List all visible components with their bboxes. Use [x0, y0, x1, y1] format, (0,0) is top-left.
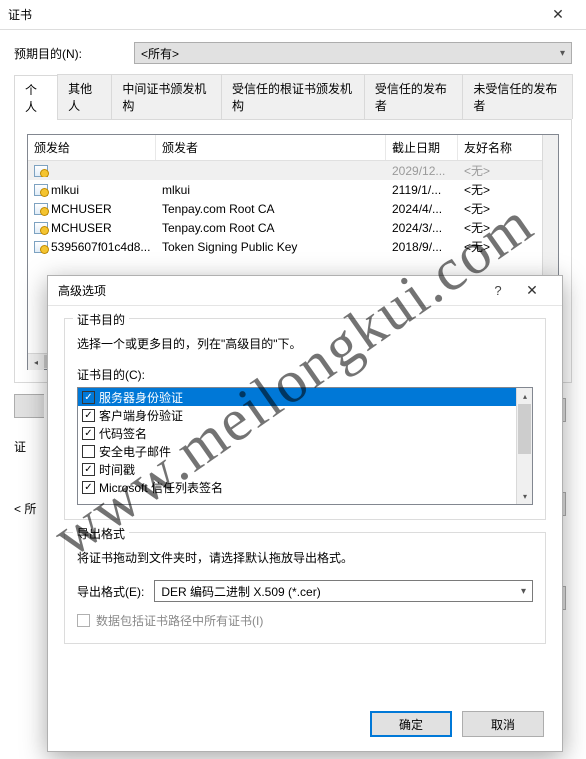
- checkbox[interactable]: [82, 463, 95, 476]
- checklist-item[interactable]: 客户端身份验证: [78, 406, 532, 424]
- include-path-checkbox: [77, 614, 90, 627]
- table-row[interactable]: 2029/12...<无>: [28, 161, 558, 180]
- adv-close-icon[interactable]: ✕: [512, 282, 552, 299]
- purposes-label-stub: < 所: [14, 500, 36, 517]
- import-button-stub[interactable]: [14, 394, 44, 418]
- section-label-stub: 证: [14, 438, 26, 455]
- cell-issued-to: MCHUSER: [51, 221, 112, 235]
- purpose-dropdown[interactable]: <所有> ▾: [134, 42, 572, 64]
- cell-expiry: 2018/9/...: [386, 240, 458, 254]
- th-issued-to[interactable]: 颁发给: [28, 135, 156, 160]
- checkbox[interactable]: [82, 409, 95, 422]
- cell-issuer: Token Signing Public Key: [156, 240, 386, 254]
- purpose-label: 预期目的(N):: [14, 45, 134, 62]
- checklist-item[interactable]: Microsoft 信任列表签名: [78, 478, 532, 496]
- table-row[interactable]: 5395607f01c4d8... Token Signing Public Ke…: [28, 237, 558, 256]
- titlebar: 证书 ✕: [0, 0, 586, 30]
- checklist-item[interactable]: 代码签名: [78, 424, 532, 442]
- scroll-left-icon[interactable]: ◂: [28, 354, 44, 370]
- th-expiry[interactable]: 截止日期: [386, 135, 458, 160]
- cancel-button[interactable]: 取消: [462, 711, 544, 737]
- purposes-checklist[interactable]: 服务器身份验证客户端身份验证代码签名安全电子邮件时间戳Microsoft 信任列…: [77, 387, 533, 505]
- cell-expiry: 2119/1/...: [386, 183, 458, 197]
- fs-export-legend: 导出格式: [73, 525, 129, 542]
- cell-expiry: 2029/12...: [386, 164, 458, 178]
- close-icon[interactable]: ✕: [538, 6, 578, 23]
- include-path-label: 数据包括证书路径中所有证书(I): [96, 612, 263, 629]
- cert-icon: [34, 184, 48, 196]
- cert-icon: [34, 203, 48, 215]
- adv-body: 证书目的 选择一个或更多目的，列在"高级目的"下。 证书目的(C): 服务器身份…: [48, 306, 562, 668]
- checklist-label: 时间戳: [99, 461, 135, 478]
- fs-purposes-desc: 选择一个或更多目的，列在"高级目的"下。: [77, 335, 533, 352]
- checkbox[interactable]: [82, 391, 95, 404]
- table-body: 2029/12...<无>mlkuimlkui2119/1/...<无>MCHU…: [28, 161, 558, 256]
- include-path-row: 数据包括证书路径中所有证书(I): [77, 612, 533, 629]
- cell-issued-to: MCHUSER: [51, 202, 112, 216]
- cert-icon: [34, 165, 48, 177]
- tab-trusted-root[interactable]: 受信任的根证书颁发机构: [221, 74, 365, 119]
- export-row: 导出格式(E): DER 编码二进制 X.509 (*.cer) ▾: [77, 580, 533, 602]
- adv-buttons: 确定 取消: [370, 711, 544, 737]
- adv-titlebar: 高级选项 ? ✕: [48, 276, 562, 306]
- checklist-item[interactable]: 服务器身份验证: [78, 388, 532, 406]
- table-row[interactable]: MCHUSERTenpay.com Root CA2024/3/...<无>: [28, 218, 558, 237]
- fs-purposes-legend: 证书目的: [73, 311, 129, 328]
- cell-issued-to: 5395607f01c4d8...: [51, 240, 150, 254]
- checklist-scrollbar[interactable]: ▴ ▾: [516, 388, 532, 504]
- checklist-label: 客户端身份验证: [99, 407, 183, 424]
- purpose-value: <所有>: [141, 45, 179, 62]
- cell-issuer: Tenpay.com Root CA: [156, 202, 386, 216]
- fieldset-export: 导出格式 将证书拖动到文件夹时，请选择默认拖放导出格式。 导出格式(E): DE…: [64, 532, 546, 644]
- checkbox[interactable]: [82, 445, 95, 458]
- export-format-value: DER 编码二进制 X.509 (*.cer): [161, 583, 320, 600]
- chevron-down-icon: ▾: [560, 48, 565, 59]
- table-header: 颁发给 颁发者 截止日期 友好名称: [28, 135, 558, 161]
- cell-issued-to: mlkui: [51, 183, 79, 197]
- ok-button[interactable]: 确定: [370, 711, 452, 737]
- cert-icon: [34, 241, 48, 253]
- cert-icon: [34, 222, 48, 234]
- cell-expiry: 2024/4/...: [386, 202, 458, 216]
- checklist-item[interactable]: 安全电子邮件: [78, 442, 532, 460]
- checklist-label: Microsoft 信任列表签名: [99, 479, 223, 496]
- tab-personal[interactable]: 个人: [14, 75, 58, 120]
- tab-trusted-pub[interactable]: 受信任的发布者: [364, 74, 464, 119]
- checklist-label: 代码签名: [99, 425, 147, 442]
- checklist-thumb[interactable]: [518, 404, 531, 454]
- chevron-down-icon: ▾: [521, 586, 526, 597]
- checkbox[interactable]: [82, 427, 95, 440]
- fs-export-desc: 将证书拖动到文件夹时，请选择默认拖放导出格式。: [77, 549, 533, 566]
- export-label: 导出格式(E):: [77, 583, 144, 600]
- adv-title: 高级选项: [58, 282, 484, 299]
- checklist-label: 服务器身份验证: [99, 389, 183, 406]
- help-icon[interactable]: ?: [484, 283, 512, 298]
- fieldset-purposes: 证书目的 选择一个或更多目的，列在"高级目的"下。 证书目的(C): 服务器身份…: [64, 318, 546, 520]
- advanced-dialog: 高级选项 ? ✕ 证书目的 选择一个或更多目的，列在"高级目的"下。 证书目的(…: [47, 275, 563, 752]
- tabs: 个人 其他人 中间证书颁发机构 受信任的根证书颁发机构 受信任的发布者 未受信任…: [14, 74, 572, 120]
- tab-intermediate[interactable]: 中间证书颁发机构: [111, 74, 222, 119]
- window-title: 证书: [8, 6, 538, 23]
- export-format-dropdown[interactable]: DER 编码二进制 X.509 (*.cer) ▾: [154, 580, 533, 602]
- th-issuer[interactable]: 颁发者: [156, 135, 386, 160]
- purpose-row: 预期目的(N): <所有> ▾: [14, 42, 572, 64]
- scroll-down-icon[interactable]: ▾: [517, 488, 533, 504]
- scroll-up-icon[interactable]: ▴: [517, 388, 533, 404]
- cell-expiry: 2024/3/...: [386, 221, 458, 235]
- tab-untrusted-pub[interactable]: 未受信任的发布者: [462, 74, 573, 119]
- checklist-label: 安全电子邮件: [99, 443, 171, 460]
- table-row[interactable]: MCHUSERTenpay.com Root CA2024/4/...<无>: [28, 199, 558, 218]
- cell-issuer: mlkui: [156, 183, 386, 197]
- checkbox[interactable]: [82, 481, 95, 494]
- tab-others[interactable]: 其他人: [57, 74, 112, 119]
- checklist-item[interactable]: 时间戳: [78, 460, 532, 478]
- table-row[interactable]: mlkuimlkui2119/1/...<无>: [28, 180, 558, 199]
- cell-issuer: Tenpay.com Root CA: [156, 221, 386, 235]
- purposes-list-label: 证书目的(C):: [77, 366, 533, 383]
